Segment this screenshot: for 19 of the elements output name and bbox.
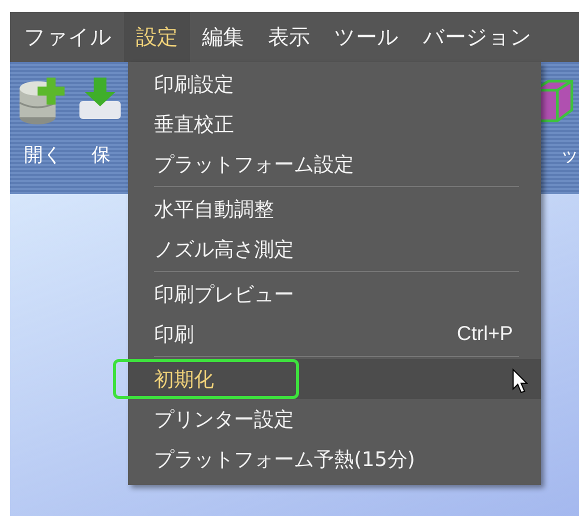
menu-item[interactable]: プリンター設定 (128, 399, 541, 439)
menu-item[interactable]: 印刷プレビュー (128, 274, 541, 314)
menu-bar-item[interactable]: 編集 (190, 12, 256, 62)
toolbar-button[interactable]: 保 (72, 74, 130, 168)
toolbar-button[interactable]: 開く (14, 74, 72, 168)
menu-bar-item[interactable]: 設定 (124, 12, 190, 62)
menu-item[interactable]: 水平自動調整 (128, 189, 541, 229)
menu-item[interactable]: 印刷 Ctrl+P (128, 314, 541, 354)
menu-item[interactable]: 垂直校正 (128, 104, 541, 144)
menu-bar-item[interactable]: ツール (322, 12, 411, 62)
menu-bar-item[interactable]: 表示 (256, 12, 322, 62)
menu-item[interactable]: プラットフォーム予熱(15分) (128, 439, 541, 479)
menu-item[interactable]: ノズル高さ測定 (128, 229, 541, 269)
menu-bar-item[interactable]: バージョン (411, 12, 544, 62)
mouse-cursor-icon (512, 368, 528, 394)
menu-bar-item[interactable]: ファイル (12, 12, 124, 62)
menu-item[interactable]: 初期化 (128, 359, 541, 399)
menu-item[interactable]: プラットフォーム設定 (128, 144, 541, 184)
menu-item[interactable]: 印刷設定 (128, 64, 541, 104)
